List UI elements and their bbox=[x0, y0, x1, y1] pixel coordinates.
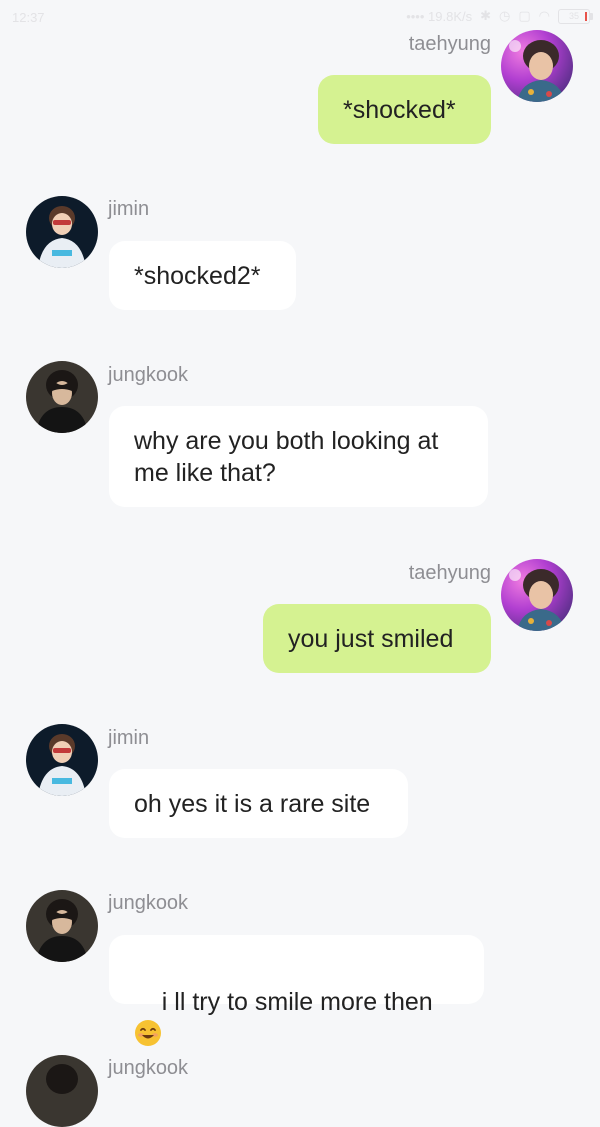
message-bubble[interactable]: oh yes it is a rare site bbox=[109, 769, 408, 838]
bluetooth-icon: ✱ bbox=[480, 8, 492, 23]
avatar-taehyung[interactable] bbox=[501, 559, 573, 631]
message-text: i ll try to smile more then bbox=[161, 988, 433, 1016]
sender-name: jimin bbox=[108, 198, 150, 220]
battery-icon: 35 bbox=[558, 8, 593, 24]
sender-name: jungkook bbox=[108, 364, 189, 386]
avatar-jungkook[interactable] bbox=[26, 1055, 98, 1127]
message-bubble[interactable]: i ll try to smile more then bbox=[109, 935, 484, 1046]
sender-name: jimin bbox=[108, 727, 150, 749]
message-bubble[interactable]: *shocked2* bbox=[109, 241, 296, 310]
alarm-icon: ◷ bbox=[499, 8, 511, 23]
avatar-jungkook[interactable] bbox=[26, 890, 98, 962]
signal-icon: ▢ bbox=[518, 8, 531, 23]
avatar-jimin[interactable] bbox=[26, 724, 98, 796]
sender-name: jungkook bbox=[108, 892, 189, 914]
avatar-taehyung[interactable] bbox=[501, 30, 573, 102]
status-bar: 12:37 •••• 19.8K/s ✱ ◷ ▢ ◠ 35 bbox=[0, 0, 600, 38]
message-bubble[interactable]: why are you both looking at me like that… bbox=[109, 406, 488, 507]
sender-name: jungkook bbox=[108, 1057, 189, 1079]
sender-name: taehyung bbox=[408, 33, 491, 55]
status-time: 12:37 bbox=[12, 10, 45, 25]
wifi-icon: ◠ bbox=[538, 8, 550, 23]
message-bubble[interactable]: you just smiled bbox=[263, 604, 491, 673]
smiling-face-emoji-icon bbox=[134, 1019, 162, 1047]
sender-name: taehyung bbox=[408, 562, 491, 584]
status-icons: •••• 19.8K/s ✱ ◷ ▢ ◠ 35 bbox=[406, 8, 593, 24]
message-bubble[interactable]: *shocked* bbox=[318, 75, 491, 144]
avatar-jungkook[interactable] bbox=[26, 361, 98, 433]
battery-level: 35 bbox=[568, 10, 579, 21]
network-speed: •••• 19.8K/s bbox=[406, 8, 473, 24]
avatar-jimin[interactable] bbox=[26, 196, 98, 268]
